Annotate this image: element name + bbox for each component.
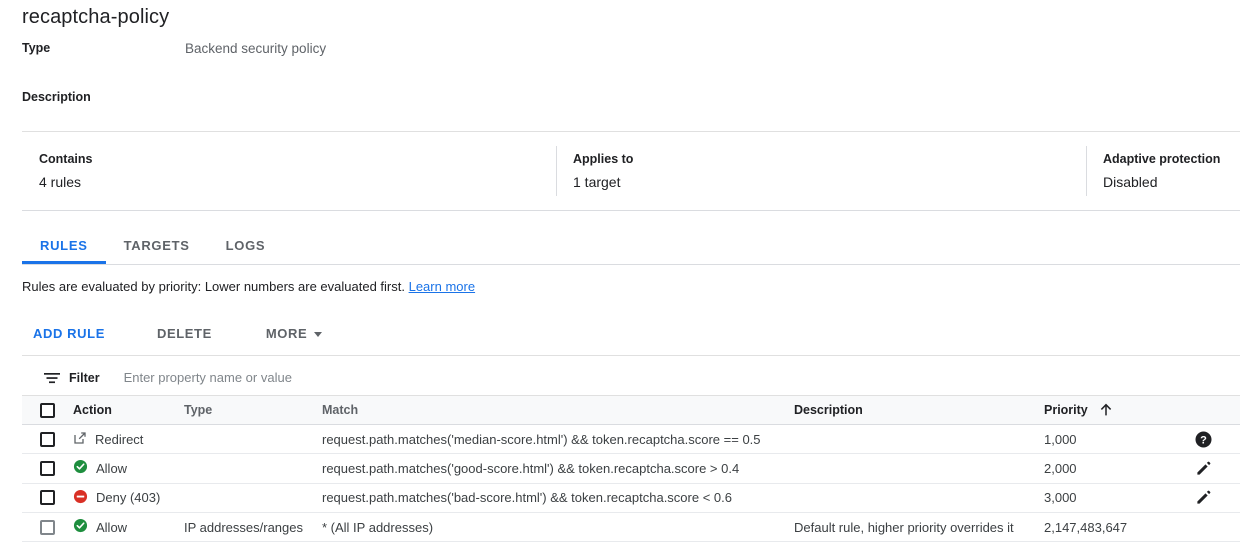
row-match: * (All IP addresses) [322,520,794,535]
edit-pencil-icon[interactable] [1195,460,1212,477]
more-button-label: MORE [266,318,307,350]
row-priority: 1,000 [1044,432,1167,447]
filter-icon [44,372,60,384]
row-action-cell: Allow [73,518,184,536]
row-type: IP addresses/ranges [184,520,322,535]
column-header-type[interactable]: Type [184,403,322,417]
row-checkbox[interactable] [40,432,55,447]
tab-logs[interactable]: LOGS [208,228,284,264]
table-row[interactable]: Redirect request.path.matches('median-sc… [22,425,1240,454]
page-title: recaptcha-policy [22,6,169,29]
row-match: request.path.matches('median-score.html'… [322,432,794,447]
type-row: Type Backend security policy [22,41,622,59]
row-actions-cell: ? [1167,431,1240,448]
summary-value-contains: 4 rules [39,174,556,190]
tab-bar: RULES TARGETS LOGS [22,228,1240,265]
check-circle-icon [73,518,88,536]
row-action-label: Redirect [95,432,143,447]
row-actions-cell [1167,489,1240,506]
row-priority: 2,147,483,647 [1044,520,1167,535]
row-match: request.path.matches('good-score.html') … [322,461,794,476]
learn-more-link[interactable]: Learn more [409,279,475,294]
column-header-priority-label: Priority [1044,403,1088,417]
more-button[interactable]: MORE [255,318,333,350]
row-action-cell: Allow [73,459,184,477]
row-select-cell [22,520,73,535]
edit-pencil-icon[interactable] [1195,489,1212,506]
row-actions-cell [1167,460,1240,477]
summary-label-adaptive-protection: Adaptive protection [1103,152,1240,166]
summary-value-applies-to: 1 target [573,174,1086,190]
column-header-priority[interactable]: Priority [1044,403,1167,417]
row-action-label: Allow [96,461,127,476]
summary-cell-adaptive-protection: Adaptive protection Disabled [1086,132,1240,210]
open-in-new-icon [73,431,87,448]
svg-text:?: ? [1200,434,1207,446]
table-row[interactable]: Allow IP addresses/ranges * (All IP addr… [22,513,1240,542]
row-description: Default rule, higher priority overrides … [794,520,1044,535]
check-circle-icon [73,459,88,477]
row-action-cell: Redirect [73,431,184,448]
row-action-label: Allow [96,520,127,535]
filter-input[interactable] [122,369,622,386]
column-header-description[interactable]: Description [794,403,1044,417]
help-icon[interactable]: ? [1195,431,1212,448]
filter-label: Filter [69,371,100,385]
row-select-cell [22,490,73,505]
summary-cell-contains: Contains 4 rules [22,132,556,210]
arrow-upward-icon [1099,403,1113,417]
select-all-cell [22,403,73,418]
row-checkbox [40,520,55,535]
row-select-cell [22,461,73,476]
row-select-cell [22,432,73,447]
security-policy-detail-page: recaptcha-policy Type Backend security p… [0,0,1240,554]
summary-card: Contains 4 rules Applies to 1 target Ada… [22,131,1240,211]
chevron-down-icon [314,332,322,337]
type-label: Type [22,41,50,55]
tab-rules[interactable]: RULES [22,228,106,264]
summary-value-adaptive-protection: Disabled [1103,174,1240,190]
type-value: Backend security policy [185,41,326,56]
rules-hint-text: Rules are evaluated by priority: Lower n… [22,279,405,294]
row-priority: 2,000 [1044,461,1167,476]
deny-circle-icon [73,489,88,507]
summary-label-applies-to: Applies to [573,152,1086,166]
filter-bar: Filter [22,360,1240,396]
rules-hint: Rules are evaluated by priority: Lower n… [22,279,475,294]
table-row[interactable]: Allow request.path.matches('good-score.h… [22,454,1240,483]
row-checkbox[interactable] [40,461,55,476]
table-header-row: Action Type Match Description Priority [22,396,1240,425]
summary-label-contains: Contains [39,152,556,166]
add-rule-button[interactable]: ADD RULE [22,318,116,350]
summary-cell-applies-to: Applies to 1 target [556,132,1086,210]
row-action-cell: Deny (403) [73,489,184,507]
delete-button[interactable]: DELETE [146,318,223,350]
row-action-label: Deny (403) [96,490,160,505]
tab-targets[interactable]: TARGETS [106,228,208,264]
select-all-checkbox[interactable] [40,403,55,418]
column-header-match[interactable]: Match [322,403,794,417]
row-match: request.path.matches('bad-score.html') &… [322,490,794,505]
rules-toolbar: ADD RULE DELETE MORE [22,313,1240,356]
column-header-action[interactable]: Action [73,403,184,417]
rules-table: Action Type Match Description Priority [22,396,1240,542]
table-row[interactable]: Deny (403) request.path.matches('bad-sco… [22,484,1240,513]
description-label: Description [22,90,91,104]
row-priority: 3,000 [1044,490,1167,505]
row-checkbox[interactable] [40,490,55,505]
